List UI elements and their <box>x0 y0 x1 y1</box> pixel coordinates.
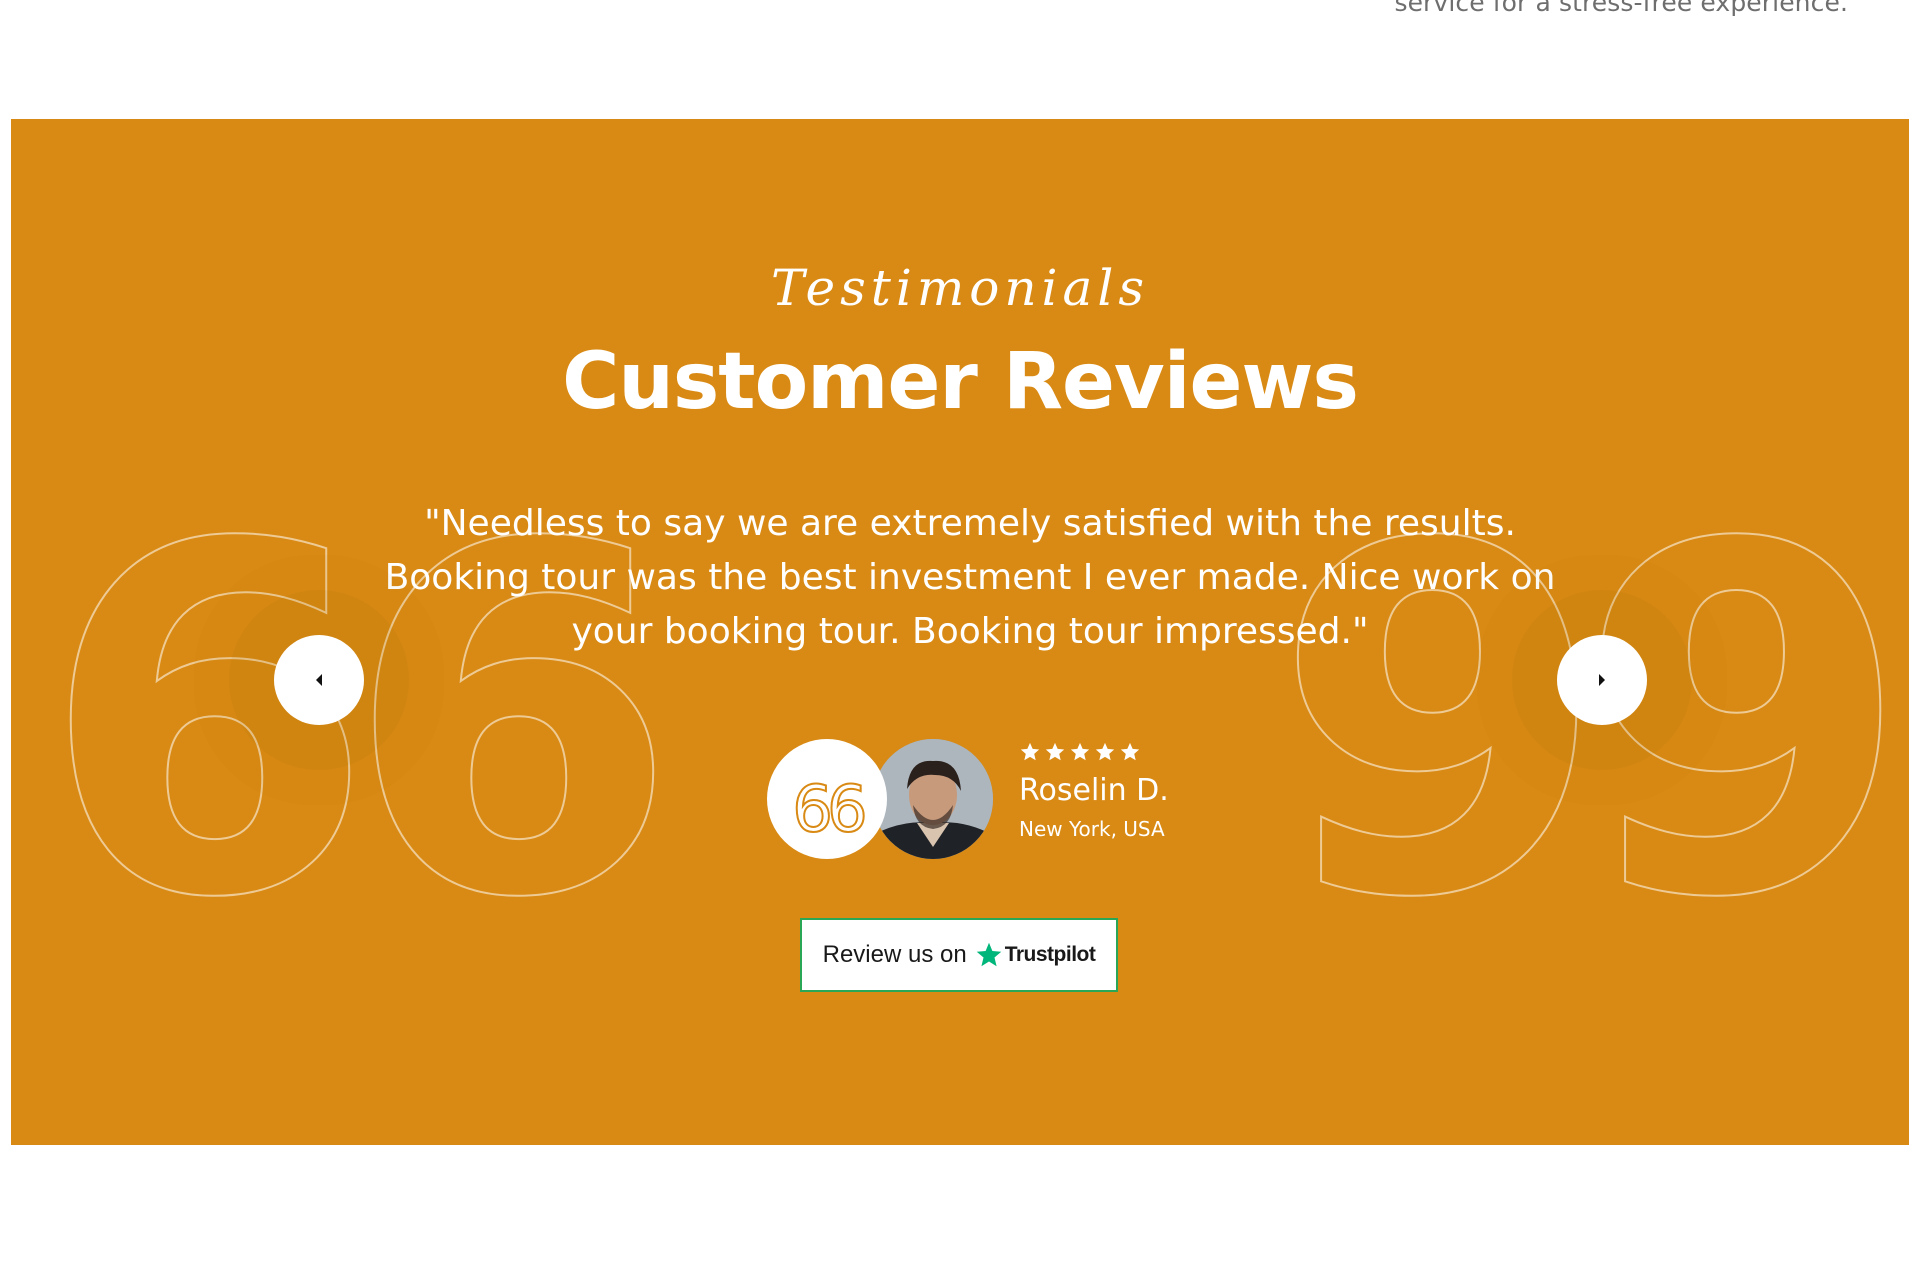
star-icon <box>1070 742 1090 761</box>
author-location: New York, USA <box>1019 817 1165 841</box>
testimonial-quote: "Needless to say we are extremely satisf… <box>384 503 1556 652</box>
page: service for a stress-free experience. 66… <box>0 0 1920 1280</box>
author-avatar <box>873 739 993 859</box>
star-icon <box>1120 742 1140 761</box>
previous-section-text: service for a stress-free experience. <box>1394 0 1848 17</box>
trustpilot-brand: Trustpilot <box>1004 943 1096 966</box>
prev-testimonial-button[interactable] <box>274 635 364 725</box>
trustpilot-star-icon <box>976 942 1001 967</box>
star-icon <box>1020 742 1040 761</box>
star-icon <box>1095 742 1115 761</box>
next-testimonial-button[interactable] <box>1557 635 1647 725</box>
trustpilot-logo: Trustpilot <box>975 941 1096 969</box>
review-button-label: Review us on <box>822 941 967 968</box>
testimonial-author: 66 Roselin D. New York, USA <box>767 737 1187 861</box>
trustpilot-review-button[interactable]: Review us on Trustpilot <box>800 918 1118 992</box>
caret-right-icon <box>1599 674 1605 686</box>
quote-badge: 66 <box>767 739 887 859</box>
section-title: Customer Reviews <box>562 337 1359 427</box>
quote-badge-mark: 66 <box>791 773 868 847</box>
rating-stars <box>1019 741 1141 763</box>
avatar-photo <box>873 739 993 859</box>
testimonials-section: 66 99 Testimonials Customer Reviews "Nee… <box>11 119 1909 1145</box>
section-eyebrow: Testimonials <box>771 259 1149 317</box>
author-name: Roselin D. <box>1019 773 1169 808</box>
star-icon <box>1045 742 1065 761</box>
caret-left-icon <box>316 674 322 686</box>
